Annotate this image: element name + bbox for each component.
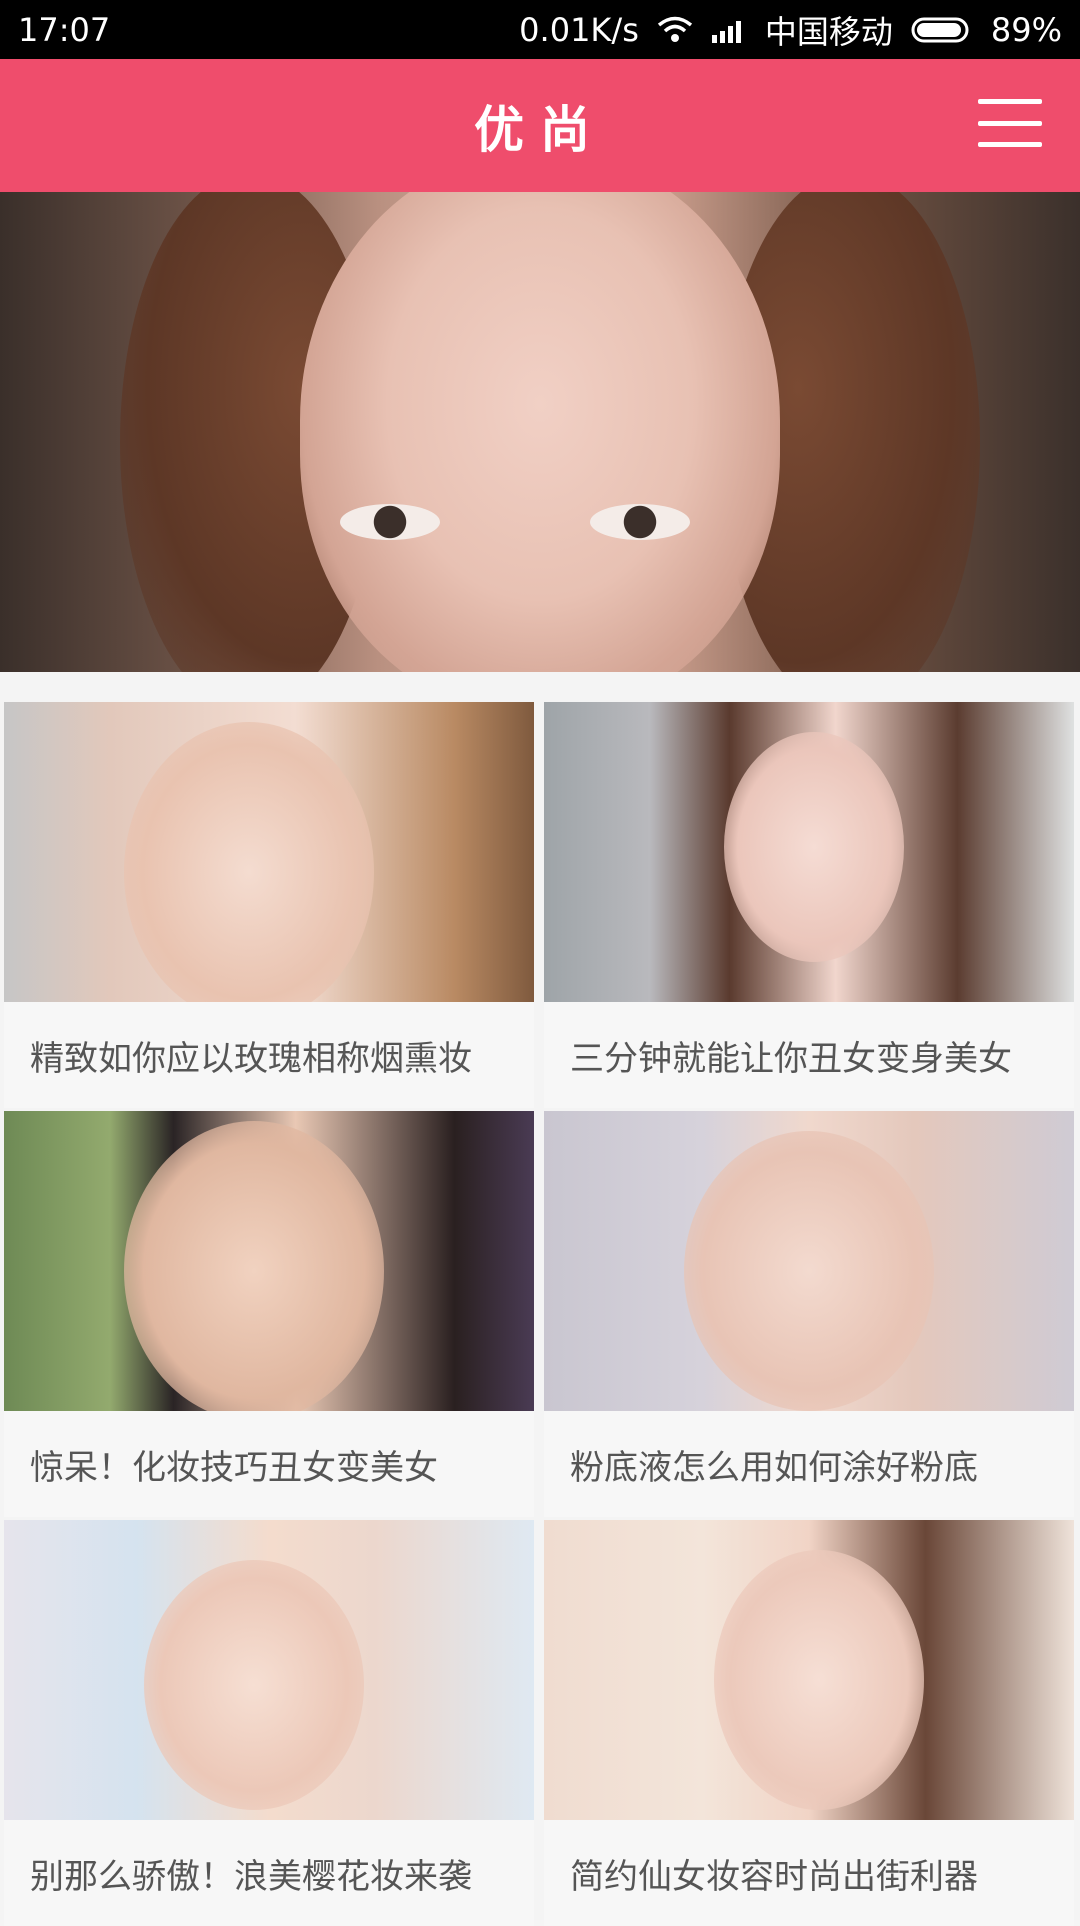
app-title: 优尚 xyxy=(474,100,606,159)
video-title: 粉底液怎么用如何涂好粉底 xyxy=(570,1447,978,1488)
wifi-icon xyxy=(657,16,693,44)
video-thumbnail xyxy=(4,1520,534,1820)
video-thumbnail xyxy=(544,1520,1074,1820)
video-title: 三分钟就能让你丑女变身美女 xyxy=(570,1038,1012,1079)
video-card[interactable]: 惊呆！化妆技巧丑女变美女 xyxy=(4,1111,534,1517)
banner-image xyxy=(300,192,780,672)
video-card[interactable]: 精致如你应以玫瑰相称烟熏妆 xyxy=(4,702,534,1108)
video-title: 惊呆！化妆技巧丑女变美女 xyxy=(30,1447,438,1488)
menu-button[interactable] xyxy=(978,91,1042,155)
network-speed: 0.01K/s xyxy=(519,10,639,49)
banner-carousel[interactable] xyxy=(0,192,1080,672)
video-thumbnail xyxy=(544,702,1074,1002)
banner-image-eye xyxy=(340,504,440,540)
hamburger-menu-icon xyxy=(978,99,1042,104)
video-thumbnail xyxy=(544,1111,1074,1411)
battery-icon xyxy=(911,16,973,44)
signal-icon xyxy=(711,17,747,43)
video-thumbnail xyxy=(4,1111,534,1411)
video-card[interactable]: 别那么骄傲！浪美樱花妆来袭 xyxy=(4,1520,534,1926)
status-time: 17:07 xyxy=(18,10,111,49)
video-thumbnail xyxy=(4,702,534,1002)
video-card[interactable]: 粉底液怎么用如何涂好粉底 xyxy=(544,1111,1074,1517)
video-title: 精致如你应以玫瑰相称烟熏妆 xyxy=(30,1038,472,1079)
video-card[interactable]: 简约仙女妆容时尚出街利器 xyxy=(544,1520,1074,1926)
status-bar: 17:07 0.01K/s 中国移动 89% xyxy=(0,0,1080,59)
video-card[interactable]: 三分钟就能让你丑女变身美女 xyxy=(544,702,1074,1108)
battery-percent: 89% xyxy=(990,10,1062,49)
app-header: 优尚 xyxy=(0,59,1080,192)
carrier-name: 中国移动 xyxy=(764,12,893,51)
status-right: 0.01K/s 中国移动 89% xyxy=(519,7,1062,53)
banner-image-eye xyxy=(590,504,690,540)
video-title: 简约仙女妆容时尚出街利器 xyxy=(570,1856,978,1897)
video-title: 别那么骄傲！浪美樱花妆来袭 xyxy=(30,1856,472,1897)
